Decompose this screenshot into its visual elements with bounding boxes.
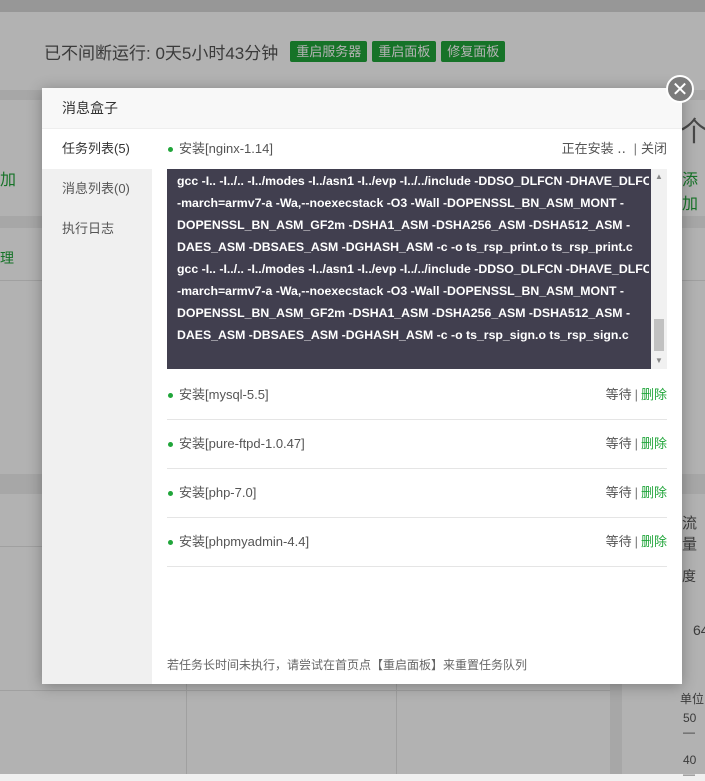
delete-task-link[interactable]: 删除 [641,485,667,500]
separator: | [634,436,638,451]
close-task-link[interactable]: 关闭 [641,141,667,156]
task-wait-status: 等待 [605,387,632,402]
close-icon: ✕ [671,79,689,101]
log-line: -march=armv7-a -Wa,--noexecstack -O3 -Wa… [177,196,625,210]
tab-task-list[interactable]: 任务列表(5) [42,129,152,169]
console-scrollbar[interactable]: ▲ ▼ [651,169,667,369]
separator: | [633,141,637,156]
close-modal-button[interactable]: ✕ [666,75,694,103]
status-dot-icon [168,540,173,545]
log-line: gcc -I.. -I../.. -I../modes -I../asn1 -I… [177,174,649,188]
task-name: 安装[phpmyadmin-4.4] [179,534,310,549]
task-actions: 等待 | 删除 [606,420,667,468]
log-line: DAES_ASM -DBSAES_ASM -DGHASH_ASM -c -o t… [177,240,633,254]
separator: | [634,387,638,402]
message-box-modal: 消息盒子 任务列表(5) 消息列表(0) 执行日志 安装[nginx-1.14]… [42,88,682,684]
modal-title: 消息盒子 [42,88,682,129]
task-list-content: 安装[nginx-1.14] 正在安装 ‥ | 关闭 gcc -I.. -I../… [167,129,667,684]
task-wait-status: 等待 [605,436,632,451]
tab-exec-log[interactable]: 执行日志 [42,209,152,249]
log-line: DOPENSSL_BN_ASM_GF2m -DSHA1_ASM -DSHA256… [177,218,631,232]
scroll-down-arrow-icon[interactable]: ▼ [651,353,667,369]
status-dot-icon [168,442,173,447]
status-dot-icon [168,147,173,152]
task-wait-status: 等待 [605,534,632,549]
delete-task-link[interactable]: 删除 [641,534,667,549]
separator: | [634,534,638,549]
task-actions: 等待 | 删除 [606,518,667,566]
separator: | [634,485,638,500]
task-name: 安装[nginx-1.14] [179,141,273,156]
task-name: 安装[pure-ftpd-1.0.47] [179,436,305,451]
task-row: 安装[pure-ftpd-1.0.47] 等待 | 删除 [167,420,667,469]
delete-task-link[interactable]: 删除 [641,436,667,451]
scroll-up-arrow-icon[interactable]: ▲ [651,169,667,185]
task-wait-status: 等待 [605,485,632,500]
tab-message-list[interactable]: 消息列表(0) [42,169,152,209]
log-line: -march=armv7-a -Wa,--noexecstack -O3 -Wa… [177,284,625,298]
scroll-thumb[interactable] [654,319,664,351]
task-row: 安装[phpmyadmin-4.4] 等待 | 删除 [167,518,667,567]
task-queue-tip: 若任务长时间未执行，请尝试在首页点【重启面板】来重置任务队列 [167,658,528,672]
log-line: DAES_ASM -DBSAES_ASM -DGHASH_ASM -c -o t… [177,328,629,342]
task-row: 安装[php-7.0] 等待 | 删除 [167,469,667,518]
task-row: 安装[mysql-5.5] 等待 | 删除 [167,371,667,420]
task-actions: 等待 | 删除 [606,469,667,517]
status-dot-icon [168,393,173,398]
install-log-console[interactable]: gcc -I.. -I../.. -I../modes -I../asn1 -I… [167,169,667,369]
modal-sidebar: 任务列表(5) 消息列表(0) 执行日志 [42,129,152,684]
delete-task-link[interactable]: 删除 [641,387,667,402]
task-name: 安装[php-7.0] [179,485,257,500]
log-line: DOPENSSL_BN_ASM_GF2m -DSHA1_ASM -DSHA256… [177,306,631,320]
log-line: gcc -I.. -I../.. -I../modes -I../asn1 -I… [177,262,649,276]
task-status-area: 正在安装 ‥ | 关闭 [562,129,667,169]
task-status: 正在安装 ‥ [561,141,626,156]
task-name: 安装[mysql-5.5] [179,387,269,402]
active-task-header: 安装[nginx-1.14] 正在安装 ‥ | 关闭 [167,129,667,169]
task-actions: 等待 | 删除 [606,371,667,419]
status-dot-icon [168,491,173,496]
